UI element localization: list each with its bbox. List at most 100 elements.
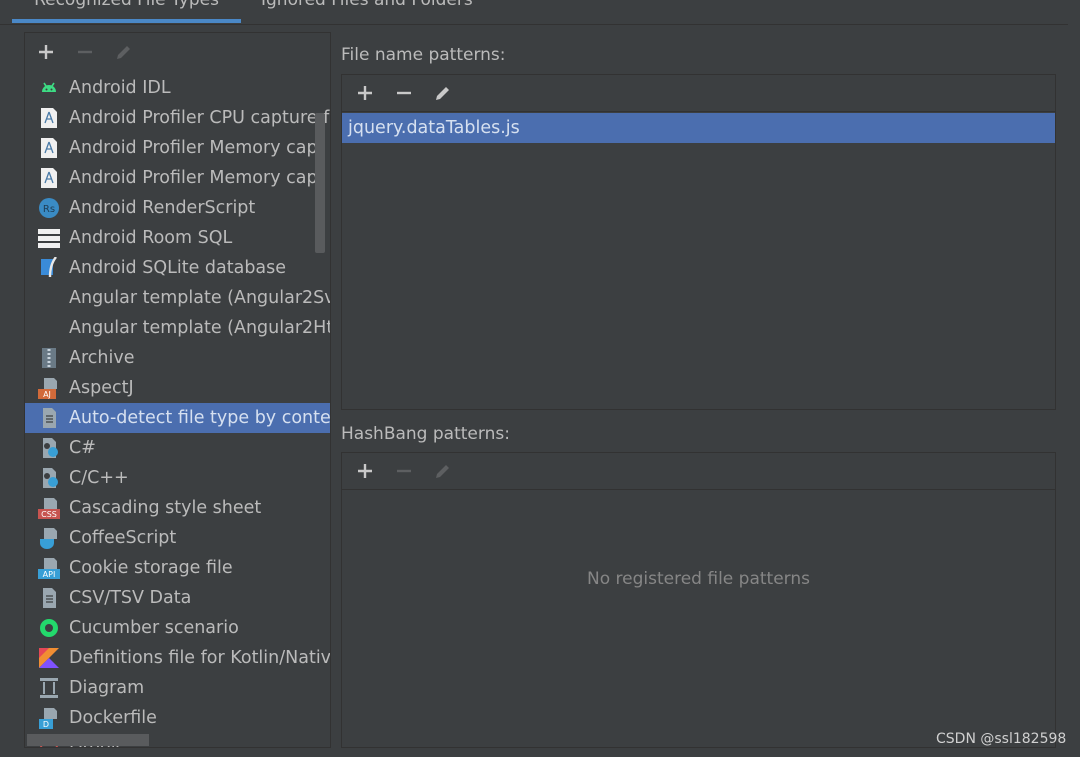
file-type-item[interactable]: Archive — [25, 343, 330, 373]
svg-text:D: D — [43, 720, 49, 729]
file-type-label: Cascading style sheet — [69, 498, 262, 518]
horizontal-scrollbar[interactable] — [27, 734, 149, 746]
file-type-item[interactable]: Android Profiler Memory capt — [25, 163, 330, 193]
file-type-item[interactable]: Android IDL — [25, 73, 330, 103]
android-icon — [38, 77, 60, 99]
file-type-item[interactable]: Angular template (Angular2Sv — [25, 283, 330, 313]
file-type-item[interactable]: Diagram — [25, 673, 330, 703]
csharp-file-icon — [38, 437, 60, 459]
svg-text:Rs: Rs — [43, 204, 55, 215]
vertical-scrollbar[interactable] — [315, 113, 325, 253]
file-type-item[interactable]: Auto-detect file type by conte — [25, 403, 330, 433]
profiler-file-icon — [38, 137, 60, 159]
file-type-label: Definitions file for Kotlin/Nativ — [69, 648, 331, 668]
kotlin-icon — [38, 647, 60, 669]
plus-icon — [358, 464, 372, 478]
diagram-icon — [38, 677, 60, 699]
svg-text:CSS: CSS — [41, 510, 57, 519]
file-type-label: Archive — [69, 348, 135, 368]
pencil-icon — [117, 46, 130, 59]
add-pattern-button[interactable] — [352, 80, 378, 106]
aspectj-icon: AJ — [38, 377, 60, 399]
file-type-label: AspectJ — [69, 378, 134, 398]
file-type-label: Diagram — [69, 678, 145, 698]
file-type-item[interactable]: AJ AspectJ — [25, 373, 330, 403]
minus-icon — [78, 50, 92, 54]
plus-icon — [358, 86, 372, 100]
tab-recognized-file-types[interactable]: Recognized File Types — [12, 0, 241, 15]
database-table-icon — [38, 227, 60, 249]
file-type-item[interactable]: Angular template (Angular2Ht — [25, 313, 330, 343]
file-type-label: CSV/TSV Data — [69, 588, 192, 608]
watermark: CSDN @ssl182598 — [936, 731, 1067, 747]
hashbang-patterns-label: HashBang patterns: — [341, 424, 510, 444]
file-type-item[interactable]: Android Room SQL — [25, 223, 330, 253]
remove-pattern-button[interactable] — [391, 80, 417, 106]
file-type-item[interactable]: Android SQLite database — [25, 253, 330, 283]
file-type-label: Angular template (Angular2Sv — [69, 288, 331, 308]
cpp-file-icon — [38, 467, 60, 489]
minus-icon — [397, 91, 411, 95]
profiler-file-icon — [38, 167, 60, 189]
file-type-item[interactable]: C# — [25, 433, 330, 463]
edit-hashbang-button[interactable] — [430, 458, 456, 484]
minus-icon — [397, 469, 411, 473]
file-type-item[interactable]: Rs Android RenderScript — [25, 193, 330, 223]
file-types-toolbar — [25, 33, 330, 71]
file-type-label: C# — [69, 438, 96, 458]
file-type-item[interactable]: Android Profiler CPU capture f — [25, 103, 330, 133]
empty-patterns-message: No registered file patterns — [587, 569, 810, 589]
file-type-item[interactable]: CoffeeScript — [25, 523, 330, 553]
docker-file-icon: D — [38, 707, 60, 729]
remove-hashbang-button[interactable] — [391, 458, 417, 484]
file-type-label: Cookie storage file — [69, 558, 233, 578]
file-type-item[interactable]: C/C++ — [25, 463, 330, 493]
file-type-item[interactable]: Android Profiler Memory capt — [25, 133, 330, 163]
edit-pattern-button[interactable] — [430, 80, 456, 106]
file-types-list[interactable]: Android IDL Android Profiler CPU capture … — [25, 73, 330, 747]
text-file-icon — [38, 407, 60, 429]
file-type-item[interactable]: CSV/TSV Data — [25, 583, 330, 613]
file-type-label: Android RenderScript — [69, 198, 256, 218]
cucumber-icon — [38, 617, 60, 639]
text-file-icon — [38, 587, 60, 609]
file-type-label: Android Profiler CPU capture f — [69, 108, 330, 128]
pencil-icon — [436, 465, 449, 478]
api-file-icon: API — [38, 557, 60, 579]
active-tab-indicator — [12, 19, 241, 23]
hashbang-patterns-box: No registered file patterns — [341, 452, 1056, 748]
file-type-label: Android IDL — [69, 78, 171, 98]
file-type-item[interactable]: D Dockerfile — [25, 703, 330, 733]
file-type-item[interactable]: CSS Cascading style sheet — [25, 493, 330, 523]
css-file-icon: CSS — [38, 497, 60, 519]
tab-ignored-files-and-folders[interactable]: Ignored Files and Folders — [261, 0, 473, 15]
file-type-label: Cucumber scenario — [69, 618, 239, 638]
add-hashbang-button[interactable] — [352, 458, 378, 484]
edit-file-type-button[interactable] — [111, 39, 137, 65]
file-type-label: C/C++ — [69, 468, 129, 488]
profiler-file-icon — [38, 107, 60, 129]
coffeescript-icon — [38, 527, 60, 549]
tab-bar: Recognized File Types Ignored Files and … — [0, 0, 1068, 25]
file-type-item[interactable]: API Cookie storage file — [25, 553, 330, 583]
svg-text:AJ: AJ — [43, 390, 51, 399]
file-type-label: Android Profiler Memory capt — [69, 168, 325, 188]
file-type-label: Dockerfile — [69, 708, 157, 728]
remove-file-type-button[interactable] — [72, 39, 98, 65]
file-type-item[interactable]: Cucumber scenario — [25, 613, 330, 643]
pattern-row[interactable]: jquery.dataTables.js — [342, 113, 1055, 143]
plus-icon — [39, 45, 53, 59]
renderscript-icon: Rs — [38, 197, 60, 219]
pencil-icon — [436, 87, 449, 100]
file-type-label: Android Profiler Memory capt — [69, 138, 325, 158]
file-name-patterns-label: File name patterns: — [341, 45, 506, 65]
add-file-type-button[interactable] — [33, 39, 59, 65]
file-type-label: CoffeeScript — [69, 528, 177, 548]
sqlite-icon — [38, 256, 60, 279]
file-types-panel: Android IDL Android Profiler CPU capture … — [24, 32, 331, 748]
hashbang-patterns-toolbar — [342, 453, 1055, 490]
file-type-label: Angular template (Angular2Ht — [69, 318, 331, 338]
file-type-label: Auto-detect file type by conte — [69, 408, 331, 428]
file-name-patterns-toolbar — [342, 75, 1055, 112]
file-type-item[interactable]: Definitions file for Kotlin/Nativ — [25, 643, 330, 673]
